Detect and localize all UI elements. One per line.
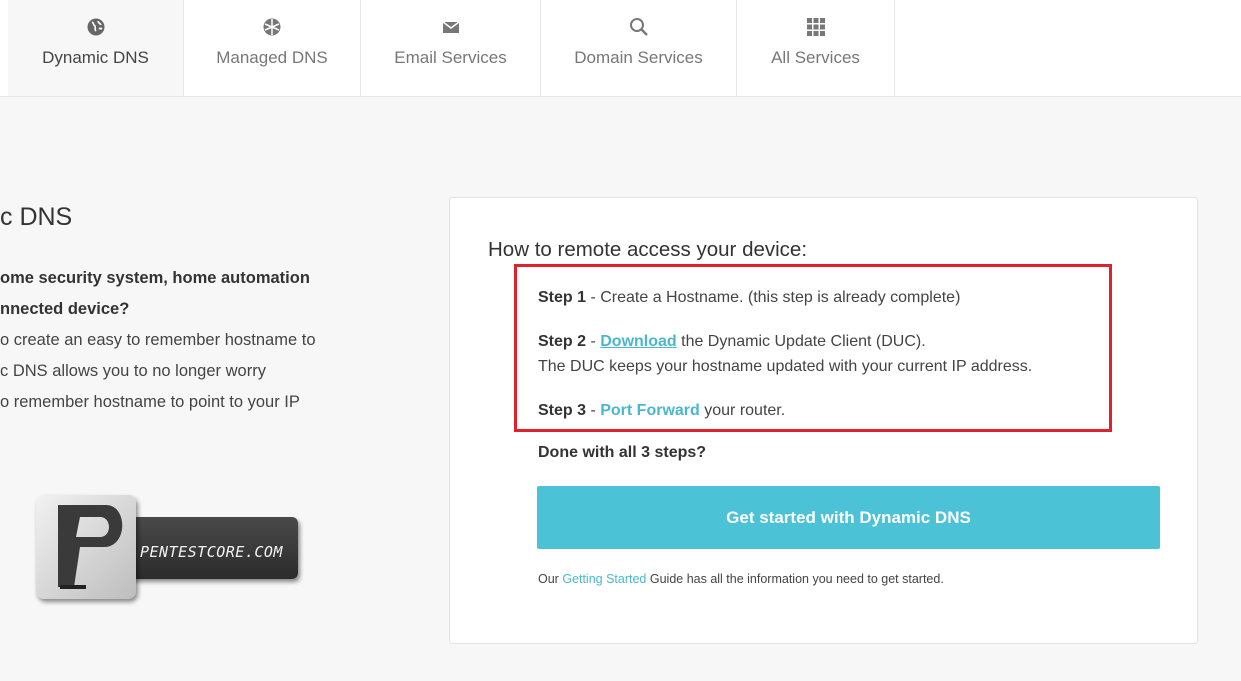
done-heading: Done with all 3 steps? — [538, 444, 707, 461]
globe-icon — [87, 18, 104, 36]
intro-line: ome security system, home automation — [0, 269, 310, 287]
tab-label: Managed DNS — [216, 48, 328, 67]
getting-started-link[interactable]: Getting Started — [562, 572, 646, 586]
download-link[interactable]: Download — [600, 333, 676, 350]
tab-label: Domain Services — [574, 48, 703, 67]
get-started-button[interactable]: Get started with Dynamic DNS — [537, 486, 1160, 549]
grid-icon — [806, 18, 825, 36]
tab-label: Dynamic DNS — [42, 48, 149, 67]
tab-email-services[interactable]: Email Services — [361, 0, 541, 96]
tab-domain-services[interactable]: Domain Services — [541, 0, 737, 96]
guide-text: Our Getting Started Guide has all the in… — [538, 572, 944, 586]
tab-label: Email Services — [394, 48, 507, 67]
step-1: Step 1 - Create a Hostname. (this step i… — [538, 289, 960, 307]
step-2-detail: The DUC keeps your hostname updated with… — [538, 358, 1033, 375]
logo-square — [36, 495, 136, 599]
guide-suffix: Guide has all the information you need t… — [646, 572, 944, 586]
step-sep: - — [586, 402, 601, 419]
page-title: c DNS — [0, 203, 73, 231]
card-title: How to remote access your device: — [488, 238, 808, 261]
step-text: your router. — [699, 402, 786, 419]
tab-label: All Services — [771, 48, 860, 67]
step-2: Step 2 - Download the Dynamic Update Cli… — [538, 333, 926, 351]
intro-text: ome security system, home automation nne… — [0, 263, 340, 418]
envelope-icon — [442, 21, 459, 33]
intro-line: c DNS allows you to no longer worry — [0, 362, 266, 380]
port-forward-link[interactable]: Port Forward — [600, 402, 700, 419]
intro-line: o remember hostname to point to your IP — [0, 393, 300, 411]
step-label: Step 3 — [538, 402, 587, 419]
step-label: Step 2 — [538, 333, 587, 350]
guide-prefix: Our — [538, 572, 563, 586]
logo-p-glyph — [58, 505, 123, 589]
step-text: the Dynamic Update Client (DUC). — [676, 333, 926, 350]
tab-dynamic-dns[interactable]: Dynamic DNS — [8, 0, 184, 96]
top-nav: Dynamic DNS Managed DNS Email Services D… — [0, 0, 1241, 97]
step-3: Step 3 - Port Forward your router. — [538, 402, 785, 420]
intro-line: nnected device? — [0, 300, 130, 318]
tab-managed-dns[interactable]: Managed DNS — [184, 0, 361, 96]
step-text: - Create a Hostname. (this step is alrea… — [586, 289, 961, 306]
logo-text: PENTESTCORE.COM — [140, 543, 283, 561]
step-label: Step 1 — [538, 289, 587, 306]
intro-line: o create an easy to remember hostname to — [0, 331, 316, 349]
step-sep: - — [586, 333, 601, 350]
tab-all-services[interactable]: All Services — [737, 0, 895, 96]
network-globe-icon — [263, 18, 281, 36]
search-icon — [629, 18, 648, 36]
